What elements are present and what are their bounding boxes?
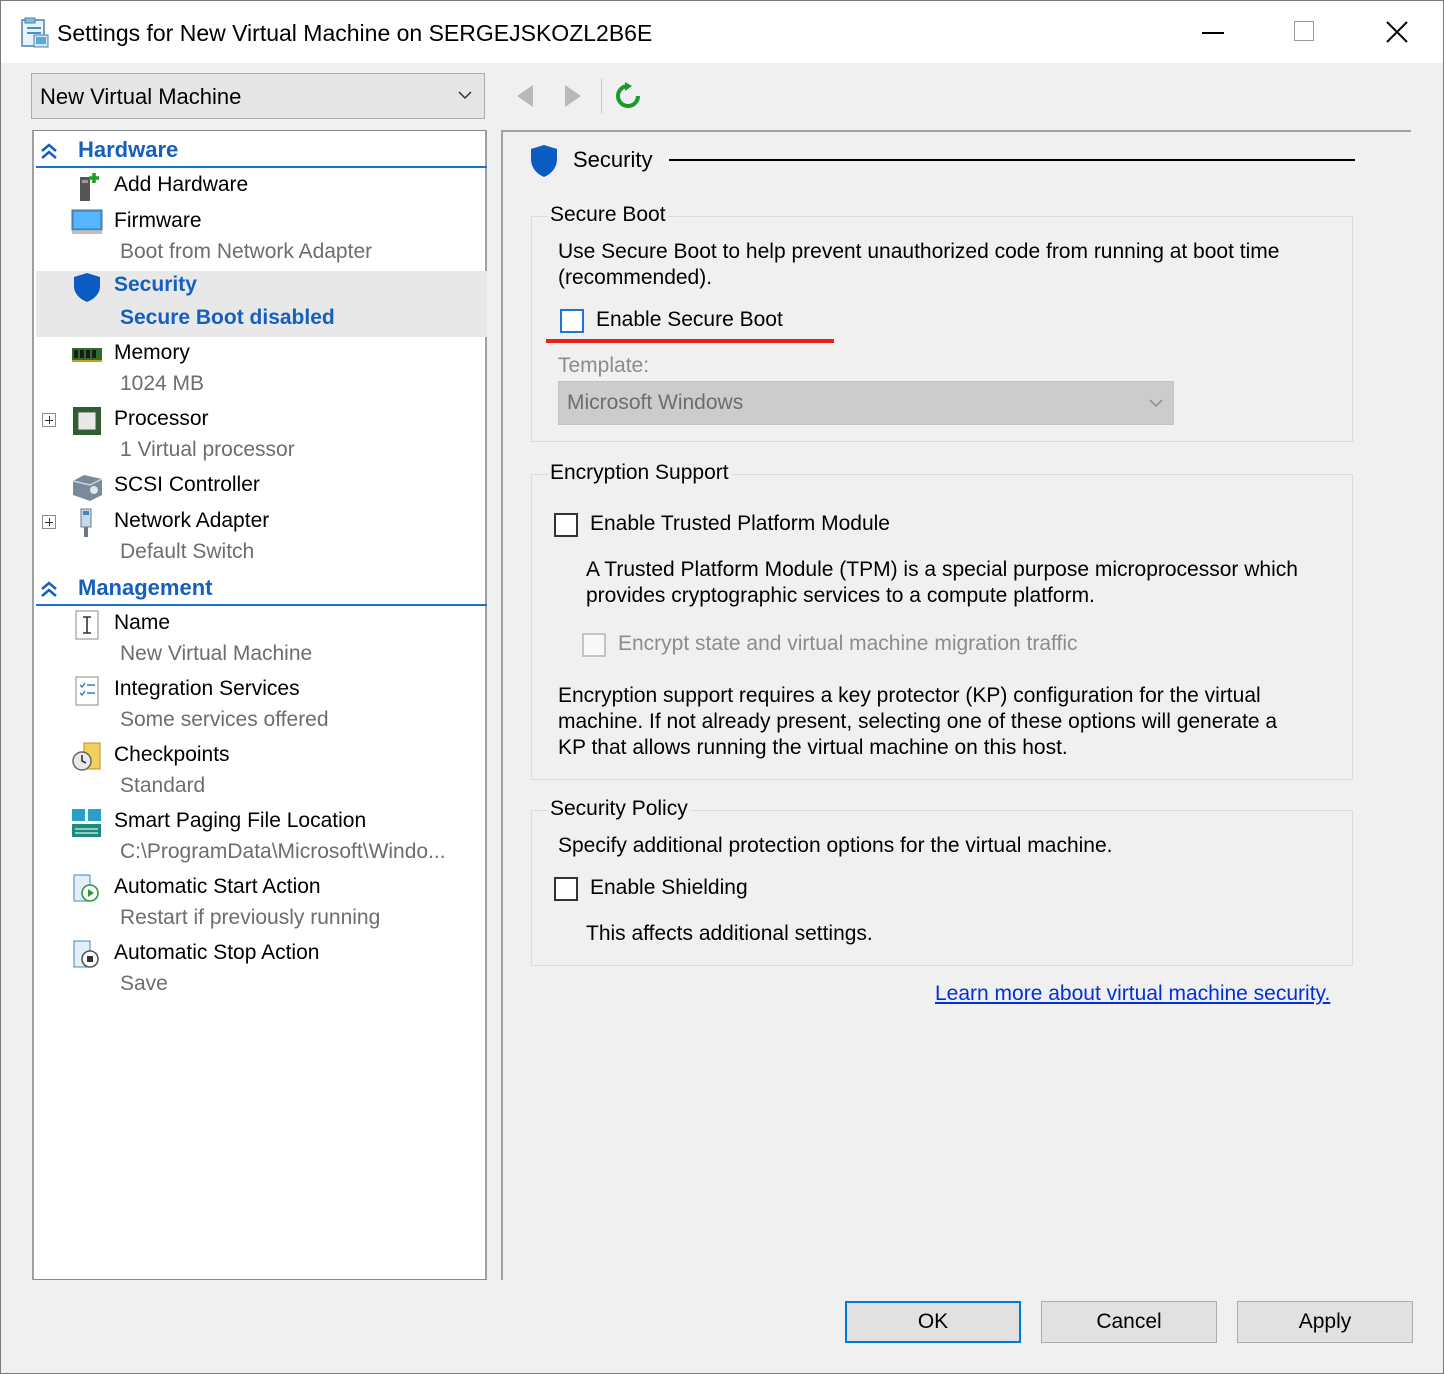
cancel-button[interactable]: Cancel bbox=[1041, 1301, 1217, 1343]
expand-network-adapter-button[interactable] bbox=[42, 515, 56, 529]
refresh-icon[interactable] bbox=[613, 81, 643, 111]
shield-icon bbox=[74, 273, 100, 302]
enable-shielding-checkbox[interactable] bbox=[554, 877, 578, 901]
collapse-double-chevron-icon bbox=[41, 581, 57, 597]
vm-select-dropdown[interactable]: New Virtual Machine bbox=[31, 73, 485, 119]
tree-item-automatic-start-action[interactable]: Automatic Start Action Restart if previo… bbox=[36, 873, 487, 937]
tree-item-integration-services[interactable]: Integration Services Some services offer… bbox=[36, 675, 487, 739]
tree-item-firmware[interactable]: Firmware Boot from Network Adapter bbox=[36, 207, 487, 271]
expand-processor-button[interactable] bbox=[42, 413, 56, 427]
category-hardware-label: Hardware bbox=[78, 137, 179, 162]
shield-icon bbox=[531, 145, 557, 177]
checkpoints-icon bbox=[72, 742, 101, 771]
toolbar-separator bbox=[601, 79, 602, 113]
settings-app-icon bbox=[21, 17, 49, 48]
tree-item-name[interactable]: Name New Virtual Machine bbox=[36, 609, 487, 673]
encryption-support-title: Encryption Support bbox=[548, 461, 731, 485]
learn-more-link[interactable]: Learn more about virtual machine securit… bbox=[935, 982, 1330, 1006]
settings-tree: Hardware Add Hardware Firmware Boot from… bbox=[32, 130, 487, 1280]
template-select-value: Microsoft Windows bbox=[567, 391, 744, 414]
tree-item-checkpoints[interactable]: Checkpoints Standard bbox=[36, 741, 487, 805]
vm-select-value: New Virtual Machine bbox=[40, 84, 242, 109]
tree-item-security[interactable]: Security Secure Boot disabled bbox=[36, 271, 487, 337]
close-button[interactable] bbox=[1351, 1, 1443, 63]
memory-chip-icon bbox=[72, 348, 102, 362]
template-select-dropdown[interactable]: Microsoft Windows bbox=[558, 381, 1174, 425]
heading-divider bbox=[669, 159, 1355, 161]
panel-heading: Security bbox=[573, 147, 653, 172]
title-bar: Settings for New Virtual Machine on SERG… bbox=[1, 1, 1443, 63]
forward-arrow-icon[interactable] bbox=[561, 83, 585, 109]
category-hardware[interactable]: Hardware bbox=[36, 134, 487, 168]
ok-button[interactable]: OK bbox=[845, 1301, 1021, 1343]
enable-shielding-label[interactable]: Enable Shielding bbox=[590, 875, 748, 901]
automatic-start-icon bbox=[73, 874, 99, 902]
tree-item-add-hardware[interactable]: Add Hardware bbox=[36, 171, 487, 207]
network-adapter-icon bbox=[80, 508, 92, 537]
smart-paging-icon bbox=[72, 809, 101, 837]
settings-window: Settings for New Virtual Machine on SERG… bbox=[0, 0, 1444, 1374]
integration-services-icon bbox=[75, 676, 99, 706]
automatic-stop-icon bbox=[73, 940, 99, 968]
tree-item-processor[interactable]: Processor 1 Virtual processor bbox=[36, 405, 487, 469]
name-text-icon bbox=[75, 610, 99, 640]
processor-icon bbox=[73, 407, 101, 435]
maximize-button[interactable] bbox=[1259, 1, 1351, 63]
security-policy-description: Specify additional protection options fo… bbox=[558, 834, 1113, 857]
tree-item-smart-paging[interactable]: Smart Paging File Location C:\ProgramDat… bbox=[36, 807, 487, 871]
tree-item-network-adapter[interactable]: Network Adapter Default Switch bbox=[36, 507, 487, 571]
template-label: Template: bbox=[558, 354, 650, 377]
shielding-note: This affects additional settings. bbox=[586, 922, 873, 945]
encrypt-state-checkbox[interactable] bbox=[582, 633, 606, 657]
enable-tpm-checkbox[interactable] bbox=[554, 513, 578, 537]
kp-description: Encryption support requires a key protec… bbox=[558, 684, 1261, 707]
security-panel: Security Secure Boot Use Secure Boot to … bbox=[501, 130, 1411, 1280]
minimize-button[interactable] bbox=[1167, 1, 1259, 63]
kp-description-2: machine. If not already present, selecti… bbox=[558, 710, 1278, 733]
security-policy-title: Security Policy bbox=[548, 797, 690, 821]
enable-secure-boot-label[interactable]: Enable Secure Boot bbox=[596, 307, 783, 333]
secure-boot-title: Secure Boot bbox=[548, 203, 668, 227]
category-management[interactable]: Management bbox=[36, 572, 487, 606]
apply-button[interactable]: Apply bbox=[1237, 1301, 1413, 1343]
annotation-underline bbox=[546, 339, 834, 343]
security-policy-group: Security Policy Specify additional prote… bbox=[531, 797, 1353, 966]
kp-description-3: KP that allows running the virtual machi… bbox=[558, 736, 1068, 759]
chevron-down-icon bbox=[1149, 399, 1163, 408]
secure-boot-description-2: (recommended). bbox=[558, 266, 713, 289]
window-title: Settings for New Virtual Machine on SERG… bbox=[57, 20, 653, 46]
secure-boot-group: Secure Boot Use Secure Boot to help prev… bbox=[531, 203, 1353, 442]
encrypt-state-label[interactable]: Encrypt state and virtual machine migrat… bbox=[618, 631, 1078, 657]
tpm-description-2: provides cryptographic services to a com… bbox=[586, 584, 1095, 607]
collapse-double-chevron-icon bbox=[41, 143, 57, 159]
back-arrow-icon[interactable] bbox=[513, 83, 537, 109]
add-hardware-icon bbox=[80, 173, 99, 201]
tree-item-scsi-controller[interactable]: SCSI Controller bbox=[36, 471, 487, 507]
scsi-controller-icon bbox=[72, 475, 103, 501]
firmware-monitor-icon bbox=[71, 209, 103, 234]
enable-tpm-label[interactable]: Enable Trusted Platform Module bbox=[590, 511, 890, 537]
secure-boot-description: Use Secure Boot to help prevent unauthor… bbox=[558, 240, 1280, 263]
tree-item-memory[interactable]: Memory 1024 MB bbox=[36, 339, 487, 403]
category-management-label: Management bbox=[78, 575, 213, 600]
tree-item-automatic-stop-action[interactable]: Automatic Stop Action Save bbox=[36, 939, 487, 1003]
tpm-description: A Trusted Platform Module (TPM) is a spe… bbox=[586, 558, 1298, 581]
enable-secure-boot-checkbox[interactable] bbox=[560, 309, 584, 333]
close-icon bbox=[1386, 21, 1408, 43]
chevron-down-icon bbox=[458, 91, 472, 100]
encryption-support-group: Encryption Support Enable Trusted Platfo… bbox=[531, 461, 1353, 780]
